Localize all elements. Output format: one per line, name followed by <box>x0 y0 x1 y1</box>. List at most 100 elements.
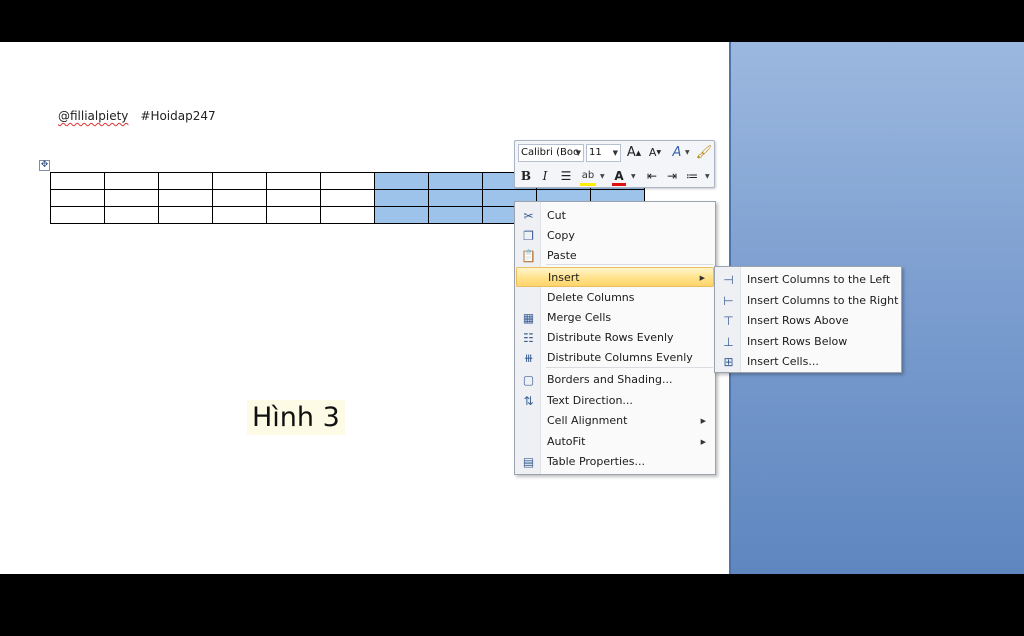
table-cell[interactable] <box>104 206 159 224</box>
font-dropdown-icon[interactable]: ▼ <box>576 145 581 161</box>
menu-item-label: Distribute Columns Evenly <box>547 351 693 364</box>
highlight-dropdown-icon[interactable]: ▼ <box>600 173 605 180</box>
submenu-item-insert-columns-to-the-right[interactable]: ⊢ Insert Columns to the Right <box>716 291 900 311</box>
context-menu: ✂ Cut ❐ Copy 📋 Paste Insert ▶ Delete Columns ▦ Mer… <box>514 201 716 475</box>
menu-item-cell-alignment[interactable]: Cell Alignment ▶ <box>516 411 714 431</box>
menu-item-label: Delete Columns <box>547 291 635 304</box>
menu-item-borders-and-shading[interactable]: ▢ Borders and Shading... <box>516 370 714 390</box>
table-cell[interactable] <box>104 189 159 207</box>
table-cell[interactable] <box>266 206 321 224</box>
submenu-item-insert-cells[interactable]: ⊞ Insert Cells... <box>716 352 900 372</box>
size-dropdown-icon[interactable]: ▼ <box>613 145 618 161</box>
insert-columns-right-icon: ⊢ <box>723 293 734 308</box>
grow-font-icon[interactable]: A▲ <box>625 144 643 162</box>
table-cell[interactable] <box>212 189 267 207</box>
format-painter-icon[interactable]: 🖌 <box>695 144 713 162</box>
mini-toolbar: Calibri (Boc ▼ 11 ▼ A▲ A▼ A ▼ 🖌 B I ☰ ab ▼… <box>514 140 715 188</box>
menu-item-cut[interactable]: ✂ Cut <box>516 206 714 226</box>
bold-button[interactable]: B <box>518 167 534 185</box>
table-cell[interactable] <box>212 206 267 224</box>
table-cell[interactable] <box>158 189 213 207</box>
table-cell[interactable] <box>158 172 213 190</box>
table-cell[interactable] <box>374 172 429 190</box>
menu-item-label: Table Properties... <box>547 455 646 468</box>
menu-item-label: Cut <box>547 209 566 222</box>
styles-dropdown-icon[interactable]: ▼ <box>685 149 690 156</box>
insert-cells-icon: ⊞ <box>723 355 734 369</box>
submenu-arrow-icon: ▶ <box>700 438 706 446</box>
table-cell[interactable] <box>50 206 105 224</box>
increase-indent-icon[interactable]: ⇥ <box>663 167 681 185</box>
menu-item-label: Insert <box>548 271 580 284</box>
menu-item-label: Text Direction... <box>547 394 633 407</box>
bullets-dropdown-icon[interactable]: ▼ <box>705 173 710 180</box>
font-color-bar <box>612 183 626 186</box>
screen: @fillialpiety #Hoidap247 ✥ Hình 3 Calibri… <box>0 42 1024 574</box>
font-name-box[interactable]: Calibri (Boc ▼ <box>518 144 584 162</box>
submenu-item-insert-rows-above[interactable]: ⊤ Insert Rows Above <box>716 311 900 331</box>
submenu-item-label: Insert Columns to the Right <box>747 293 899 307</box>
center-align-icon[interactable]: ☰ <box>557 167 575 185</box>
font-size-box[interactable]: 11 ▼ <box>586 144 621 162</box>
table-cell[interactable] <box>320 206 375 224</box>
table-cell[interactable] <box>158 206 213 224</box>
watermark-text: @fillialpiety #Hoidap247 <box>58 109 216 123</box>
font-name-value: Calibri (Boc <box>521 147 579 158</box>
menu-item-label: Copy <box>547 229 575 242</box>
handle-user: @fillialpiety <box>58 109 129 123</box>
styles-icon[interactable]: A <box>667 144 687 162</box>
scissors-icon: ✂ <box>523 209 534 223</box>
submenu-arrow-icon: ▶ <box>699 274 705 282</box>
menu-item-text-direction[interactable]: ⇅ Text Direction... <box>516 391 714 411</box>
menu-item-paste[interactable]: 📋 Paste <box>516 246 714 266</box>
letterbox-bottom <box>0 574 1024 636</box>
menu-item-label: Distribute Rows Evenly <box>547 331 674 344</box>
table-cell[interactable] <box>428 172 483 190</box>
copy-icon: ❐ <box>523 229 534 243</box>
table-cell[interactable] <box>374 206 429 224</box>
table-cell[interactable] <box>50 172 105 190</box>
table-cell[interactable] <box>428 189 483 207</box>
table-cell[interactable] <box>374 189 429 207</box>
menu-item-insert[interactable]: Insert ▶ <box>516 267 714 287</box>
menu-item-copy[interactable]: ❐ Copy <box>516 226 714 246</box>
bullets-icon[interactable]: ≔ <box>683 167 701 185</box>
menu-item-autofit[interactable]: AutoFit ▶ <box>516 432 714 452</box>
submenu-item-label: Insert Rows Below <box>747 334 848 348</box>
decrease-indent-icon[interactable]: ⇤ <box>643 167 661 185</box>
menu-item-distribute-rows-evenly[interactable]: ☷ Distribute Rows Evenly <box>516 328 714 348</box>
table-cell[interactable] <box>320 172 375 190</box>
insert-columns-left-icon: ⊣ <box>723 273 734 287</box>
table-cell[interactable] <box>320 189 375 207</box>
table-move-handle-icon[interactable]: ✥ <box>39 160 50 171</box>
table-properties-icon: ▤ <box>522 455 535 469</box>
text-direction-icon: ⇅ <box>523 394 534 408</box>
table-cell[interactable] <box>104 172 159 190</box>
menu-item-delete-columns[interactable]: Delete Columns <box>516 288 714 308</box>
distribute-columns-icon: ⧻ <box>523 351 534 365</box>
italic-button[interactable]: I <box>537 167 553 185</box>
menu-item-label: Merge Cells <box>547 311 612 324</box>
submenu-item-insert-rows-below[interactable]: ⊥ Insert Rows Below <box>716 332 900 352</box>
highlight-color-bar <box>580 183 596 186</box>
font-size-value: 11 <box>589 147 602 158</box>
shrink-font-icon[interactable]: A▼ <box>646 144 664 162</box>
table-cell[interactable] <box>428 206 483 224</box>
menu-item-distribute-columns-evenly[interactable]: ⧻ Distribute Columns Evenly <box>516 348 714 368</box>
menu-item-table-properties[interactable]: ▤ Table Properties... <box>516 452 714 472</box>
insert-submenu: ⊣ Insert Columns to the Left ⊢ Insert Colum… <box>714 266 902 373</box>
submenu-item-label: Insert Cells... <box>747 355 819 368</box>
paste-icon: 📋 <box>521 249 536 263</box>
letterbox-top <box>0 0 1024 42</box>
table-cell[interactable] <box>266 189 321 207</box>
insert-rows-below-icon: ⊥ <box>723 334 734 349</box>
table-cell[interactable] <box>266 172 321 190</box>
menu-item-label: Paste <box>547 249 577 262</box>
font-color-dropdown-icon[interactable]: ▼ <box>631 173 636 180</box>
distribute-rows-icon: ☷ <box>523 331 534 345</box>
submenu-item-insert-columns-to-the-left[interactable]: ⊣ Insert Columns to the Left <box>716 270 900 290</box>
table-cell[interactable] <box>50 189 105 207</box>
submenu-item-label: Insert Rows Above <box>747 314 849 327</box>
table-cell[interactable] <box>212 172 267 190</box>
menu-item-merge-cells[interactable]: ▦ Merge Cells <box>516 308 714 328</box>
